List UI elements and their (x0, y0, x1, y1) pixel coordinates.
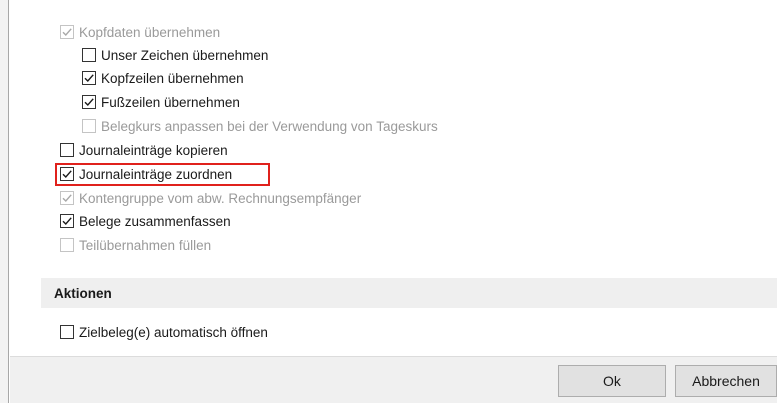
option-zielbeleg-oeffnen[interactable]: Zielbeleg(e) automatisch öffnen (60, 322, 268, 342)
journal-zuordnen-label: Journaleinträge zuordnen (79, 166, 233, 182)
journal-kopieren-checkbox[interactable] (60, 143, 74, 157)
option-journal-kopieren[interactable]: Journaleinträge kopieren (60, 140, 228, 160)
journal-zuordnen-checkbox[interactable] (60, 167, 74, 181)
ok-button[interactable]: Ok (558, 365, 666, 397)
belegkurs-checkbox[interactable] (82, 119, 96, 133)
fusszeilen-checkbox[interactable] (82, 95, 96, 109)
option-belege-zusammenfassen[interactable]: Belege zusammenfassen (60, 211, 231, 231)
section-header-aktionen: Aktionen (41, 278, 777, 308)
teiluebernahmen-checkbox[interactable] (60, 238, 74, 252)
kontengruppe-checkbox[interactable] (60, 191, 74, 205)
belege-zusammenfassen-checkbox[interactable] (60, 214, 74, 228)
cancel-button[interactable]: Abbrechen (675, 365, 777, 397)
kopfzeilen-checkbox[interactable] (82, 71, 96, 85)
option-teiluebernahmen[interactable]: Teilübernahmen füllen (60, 235, 211, 255)
dialog-left-border (0, 0, 9, 403)
option-belegkurs[interactable]: Belegkurs anpassen bei der Verwendung vo… (82, 116, 438, 136)
kopfdaten-checkbox[interactable] (60, 25, 74, 39)
zielbeleg-oeffnen-label: Zielbeleg(e) automatisch öffnen (79, 324, 268, 340)
option-fusszeilen[interactable]: Fußzeilen übernehmen (82, 92, 240, 112)
option-kopfdaten[interactable]: Kopfdaten übernehmen (60, 22, 220, 42)
section-title: Aktionen (54, 285, 112, 301)
option-journal-zuordnen[interactable]: Journaleinträge zuordnen (60, 164, 232, 184)
kopfzeilen-label: Kopfzeilen übernehmen (101, 70, 244, 86)
zielbeleg-oeffnen-checkbox[interactable] (60, 325, 74, 339)
teiluebernahmen-label: Teilübernahmen füllen (79, 237, 212, 253)
kopfdaten-label: Kopfdaten übernehmen (79, 24, 221, 40)
fusszeilen-label: Fußzeilen übernehmen (101, 94, 240, 110)
unser-zeichen-label: Unser Zeichen übernehmen (101, 47, 269, 63)
option-kopfzeilen[interactable]: Kopfzeilen übernehmen (82, 68, 244, 88)
belege-zusammenfassen-label: Belege zusammenfassen (79, 213, 231, 229)
unser-zeichen-checkbox[interactable] (82, 48, 96, 62)
belegkurs-label: Belegkurs anpassen bei der Verwendung vo… (101, 118, 438, 134)
option-kontengruppe[interactable]: Kontengruppe vom abw. Rechnungsempfänger (60, 188, 361, 208)
journal-kopieren-label: Journaleinträge kopieren (79, 142, 228, 158)
kontengruppe-label: Kontengruppe vom abw. Rechnungsempfänger (79, 190, 362, 206)
option-unser-zeichen[interactable]: Unser Zeichen übernehmen (82, 45, 268, 65)
